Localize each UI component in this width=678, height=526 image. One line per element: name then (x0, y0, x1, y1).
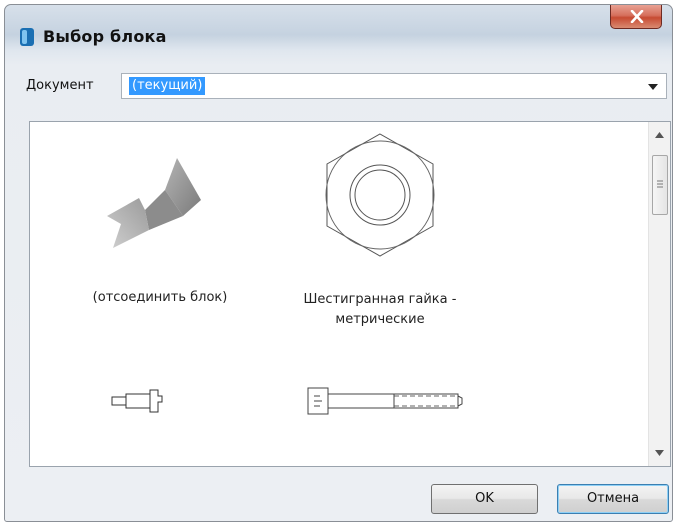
close-x-icon (630, 10, 644, 23)
small-bolt-icon (111, 389, 163, 413)
grip-icon (657, 180, 663, 188)
document-row: Документ (текущий) (23, 73, 667, 99)
scroll-thumb[interactable] (652, 155, 668, 215)
block-label-hex-nut-line1: Шестигранная гайка - (303, 292, 457, 307)
block-selection-dialog: Выбор блока Документ (текущий) (отсоедин… (4, 4, 673, 522)
long-bolt-icon (307, 387, 463, 415)
app-icon (20, 28, 34, 46)
block-item-small-bolt[interactable] (100, 384, 180, 424)
block-list-panel[interactable]: (отсоединить блок) Шестигранная гайка - … (29, 121, 671, 467)
close-button[interactable] (610, 5, 662, 29)
detach-block-arrow-icon (107, 158, 201, 248)
document-selected-value: (текущий) (129, 77, 206, 95)
document-label: Документ (26, 78, 94, 93)
title-bar[interactable]: Выбор блока (5, 5, 672, 53)
block-item-detach[interactable]: (отсоединить блок) (70, 148, 250, 313)
ok-button[interactable]: OK (431, 484, 538, 514)
block-list-scrollbar[interactable] (648, 122, 670, 466)
document-dropdown[interactable]: (текущий) (121, 73, 667, 99)
scroll-down-arrow-icon[interactable] (655, 450, 664, 456)
block-item-long-bolt[interactable] (300, 384, 470, 424)
dialog-title: Выбор блока (43, 27, 167, 46)
chevron-down-icon[interactable] (648, 84, 658, 90)
block-item-hex-nut[interactable]: Шестигранная гайка - метрические (280, 130, 480, 330)
hex-nut-icon (325, 133, 435, 257)
cancel-button[interactable]: Отмена (557, 484, 669, 514)
block-label-hex-nut-line2: метрические (335, 312, 425, 327)
scroll-up-arrow-icon[interactable] (655, 132, 664, 138)
block-label-detach: (отсоединить блок) (92, 290, 228, 305)
